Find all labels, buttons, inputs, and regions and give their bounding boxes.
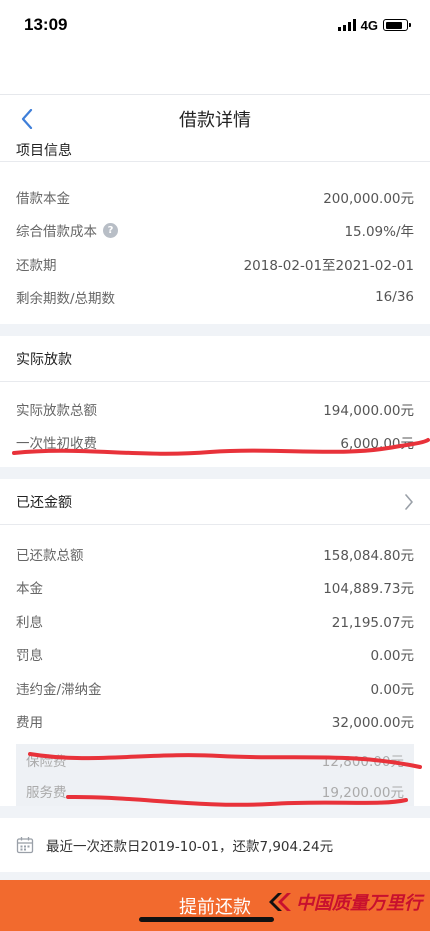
row-label: 剩余期数/总期数 — [16, 291, 116, 308]
row-label-with-help: 综合借款成本 ? — [16, 220, 118, 240]
status-indicators: 4G — [337, 17, 411, 33]
fee-row-insurance: 保险费 12,800.00元 — [16, 744, 414, 775]
back-button[interactable] — [14, 105, 40, 133]
section-title: 已还金额 — [16, 494, 72, 511]
project-info-section: 项目信息 借款本金 200,000.00元 综合借款成本 ? 15.09%/年 … — [0, 142, 430, 324]
section-title: 实际放款 — [16, 351, 72, 368]
row-value: 19,200.00元 — [321, 784, 404, 801]
last-repayment-note: 最近一次还款日2019-10-01，还款7,904.24元 — [0, 818, 430, 872]
row-label: 罚息 — [16, 648, 43, 665]
row-value: 16/36 — [375, 289, 414, 306]
row-value: 0.00元 — [370, 648, 414, 665]
row-value: 21,195.07元 — [331, 614, 414, 631]
row-label: 费用 — [16, 715, 43, 732]
project-info-header: 项目信息 — [0, 142, 430, 162]
repaid-row-principal: 本金 104,889.73元 — [0, 571, 430, 605]
disbursement-section: 实际放款 实际放款总额 194,000.00元 一次性初收费 6,000.00元 — [0, 336, 430, 467]
row-value: 15.09%/年 — [344, 224, 414, 241]
help-icon[interactable]: ? — [103, 222, 118, 238]
home-indicator[interactable] — [139, 917, 274, 922]
info-row-principal: 借款本金 200,000.00元 — [0, 180, 430, 214]
last-repayment-text: 最近一次还款日2019-10-01，还款7,904.24元 — [46, 839, 334, 855]
row-label: 违约金/滞纳金 — [16, 681, 102, 698]
network-type: 4G — [360, 17, 378, 33]
double-chevron-logo-icon — [269, 893, 291, 911]
repaid-header[interactable]: 已还金额 — [0, 479, 430, 525]
row-label: 借款本金 — [16, 190, 70, 207]
disbursement-row-total: 实际放款总额 194,000.00元 — [0, 392, 430, 426]
repaid-row-fees: 费用 32,000.00元 — [0, 705, 430, 739]
repaid-row-total: 已还款总额 158,084.80元 — [0, 537, 430, 571]
prepay-button-label: 提前还款 — [179, 896, 251, 918]
row-value: 194,000.00元 — [323, 402, 414, 419]
row-label: 综合借款成本 — [16, 224, 97, 241]
fee-breakdown-box: 保险费 12,800.00元 服务费 19,200.00元 — [16, 744, 414, 806]
repaid-section: 已还金额 已还款总额 158,084.80元 本金 104,889.73元 利息… — [0, 479, 430, 806]
repaid-row-interest: 利息 21,195.07元 — [0, 604, 430, 638]
battery-icon — [383, 19, 411, 31]
status-bar: 13:09 4G — [0, 0, 430, 50]
row-label: 还款期 — [16, 257, 57, 274]
row-label: 服务费 — [26, 784, 67, 801]
row-label: 保险费 — [26, 753, 67, 770]
row-value: 158,084.80元 — [323, 547, 414, 564]
row-label: 本金 — [16, 581, 43, 598]
repaid-row-late-fee: 违约金/滞纳金 0.00元 — [0, 671, 430, 705]
header-spacer — [0, 50, 430, 94]
fee-row-service: 服务费 19,200.00元 — [16, 775, 414, 806]
row-value: 32,000.00元 — [331, 715, 414, 732]
row-label: 已还款总额 — [16, 547, 84, 564]
section-divider — [0, 324, 430, 336]
row-value: 200,000.00元 — [323, 190, 414, 207]
info-row-term: 还款期 2018-02-01至2021-02-01 — [0, 247, 430, 281]
disbursement-row-fee: 一次性初收费 6,000.00元 — [0, 426, 430, 460]
row-value: 12,800.00元 — [321, 753, 404, 770]
row-value: 2018-02-01至2021-02-01 — [243, 257, 414, 274]
row-value: 6,000.00元 — [340, 436, 414, 453]
watermark-logo: 中国质量万里行 — [266, 889, 422, 915]
page-title: 借款详情 — [179, 109, 251, 131]
signal-icon — [337, 19, 356, 31]
navigation-bar: 借款详情 — [0, 94, 430, 142]
row-value: 0.00元 — [370, 681, 414, 698]
repaid-row-penalty: 罚息 0.00元 — [0, 638, 430, 672]
watermark-text: 中国质量万里行 — [296, 893, 422, 914]
row-label: 一次性初收费 — [16, 436, 97, 453]
row-label: 利息 — [16, 614, 43, 631]
info-row-periods: 剩余期数/总期数 16/36 — [0, 281, 430, 315]
chevron-left-icon — [21, 109, 33, 129]
info-row-cost: 综合借款成本 ? 15.09%/年 — [0, 214, 430, 248]
calendar-icon — [16, 837, 34, 854]
row-label: 实际放款总额 — [16, 402, 97, 419]
status-time: 13:09 — [24, 15, 68, 34]
section-title: 项目信息 — [16, 143, 72, 159]
row-value: 104,889.73元 — [323, 581, 414, 598]
disbursement-header: 实际放款 — [0, 336, 430, 382]
section-divider — [0, 467, 430, 479]
chevron-right-icon — [405, 493, 413, 510]
